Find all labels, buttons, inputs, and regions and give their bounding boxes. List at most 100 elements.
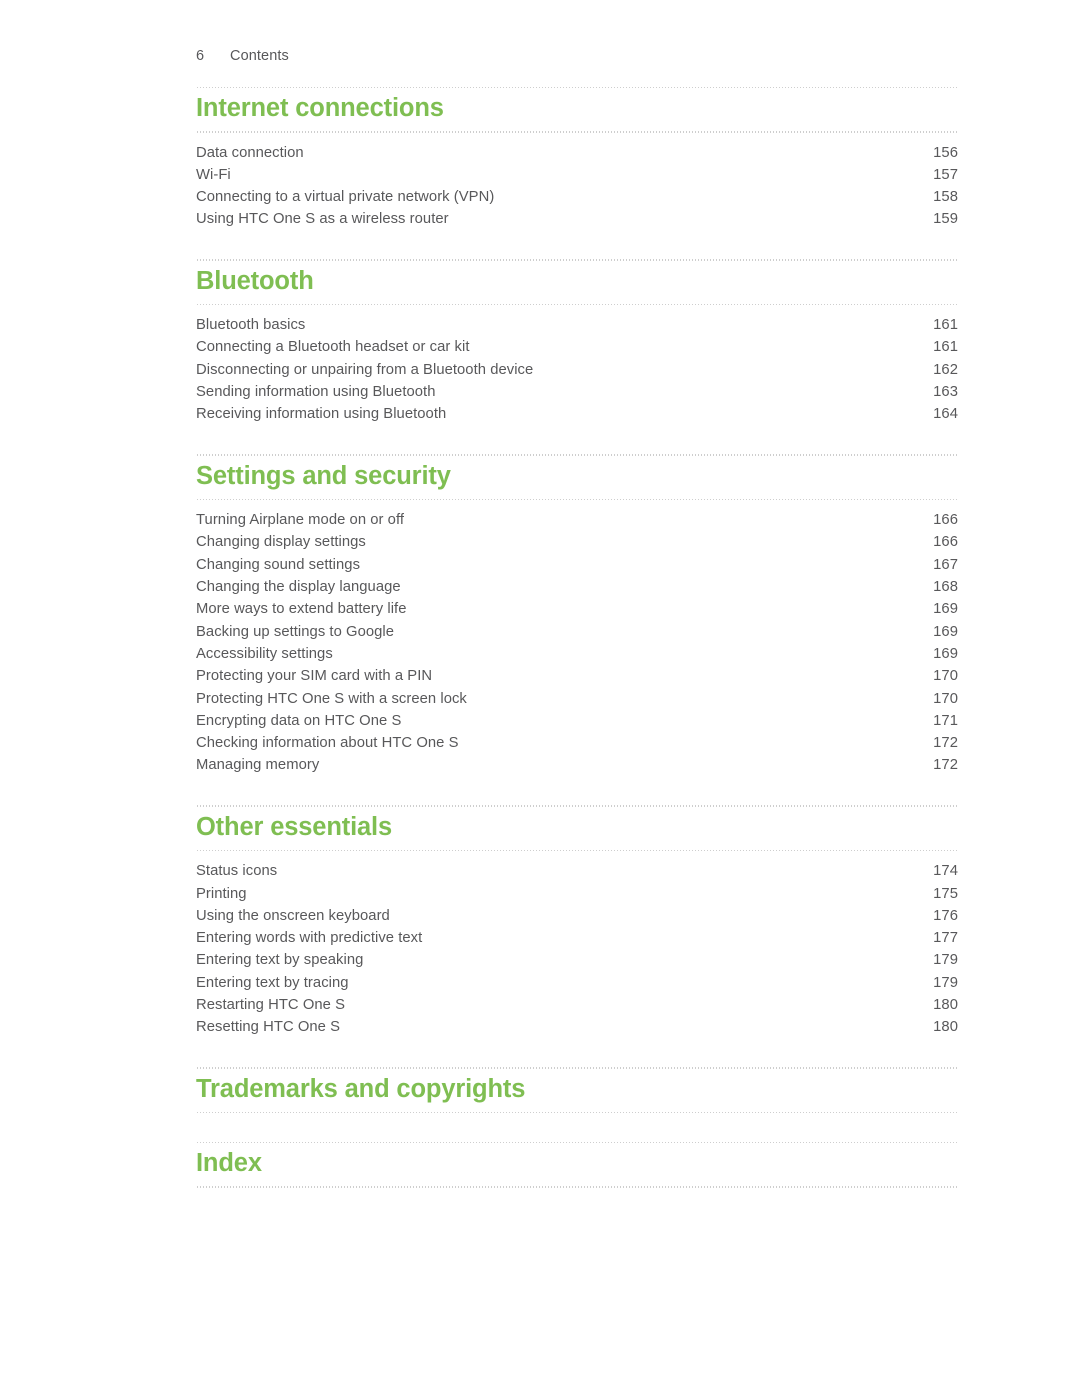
section-heading[interactable]: Settings and security <box>196 456 958 499</box>
toc-entry-page-number: 164 <box>933 406 958 423</box>
toc-entry-page-number: 176 <box>933 907 958 924</box>
toc-entry-page-number: 166 <box>933 512 958 529</box>
section-heading[interactable]: Index <box>196 1143 958 1186</box>
toc-entry-page-number: 180 <box>933 997 958 1014</box>
section-rule-top <box>196 804 958 807</box>
toc-entry-title: Managing memory <box>196 757 320 774</box>
toc-entry[interactable]: Status icons 174 <box>196 860 958 882</box>
toc-entry-page-number: 172 <box>933 735 958 752</box>
toc-entry-title: Protecting your SIM card with a PIN <box>196 668 433 685</box>
toc-entry-page-number: 177 <box>933 930 958 947</box>
toc-entry[interactable]: Printing 175 <box>196 883 958 905</box>
toc-entry[interactable]: Sending information using Bluetooth 163 <box>196 381 958 403</box>
toc-entry-list: Status icons 174 Printing 175 Using the onsc… <box>196 851 958 1038</box>
section-rule-top <box>196 1141 958 1144</box>
toc-entry[interactable]: Receiving information using Bluetooth 164 <box>196 403 958 425</box>
toc-entry[interactable]: Turning Airplane mode on or off 166 <box>196 509 958 531</box>
toc-entry[interactable]: Connecting to a virtual private network … <box>196 186 958 208</box>
toc-entry[interactable]: Data connection 156 <box>196 142 958 164</box>
section-rule-top <box>196 1066 958 1069</box>
toc-entry[interactable]: Checking information about HTC One S 172 <box>196 732 958 754</box>
toc-entry-page-number: 157 <box>933 166 958 183</box>
toc-entry-title: Wi-Fi <box>196 166 231 183</box>
toc-entry[interactable]: Changing the display language 168 <box>196 576 958 598</box>
toc-entry-title: Entering words with predictive text <box>196 930 423 947</box>
toc-entry[interactable]: Entering text by speaking 179 <box>196 949 958 971</box>
section-heading[interactable]: Internet connections <box>196 88 958 131</box>
section-heading[interactable]: Bluetooth <box>196 261 958 304</box>
section-rule-bottom <box>196 130 958 133</box>
toc-entry[interactable]: Connecting a Bluetooth headset or car ki… <box>196 336 958 358</box>
toc-entry-title: Accessibility settings <box>196 645 333 662</box>
toc-entry-page-number: 166 <box>933 534 958 551</box>
toc-entry[interactable]: Disconnecting or unpairing from a Blueto… <box>196 359 958 381</box>
toc-entry[interactable]: Wi-Fi 157 <box>196 164 958 186</box>
header-chapter-label: Contents <box>230 48 289 64</box>
toc-entry[interactable]: Protecting your SIM card with a PIN 170 <box>196 665 958 687</box>
toc-entry-title: Changing sound settings <box>196 556 361 573</box>
toc-section: Settings and security Turning Airplane mo… <box>196 453 958 777</box>
toc-entry-page-number: 161 <box>933 317 958 334</box>
toc-entry[interactable]: Resetting HTC One S 180 <box>196 1016 958 1038</box>
toc-entry-title: Receiving information using Bluetooth <box>196 406 447 423</box>
toc-entry-title: Using HTC One S as a wireless router <box>196 211 449 228</box>
toc-entry-title: Backing up settings to Google <box>196 623 395 640</box>
toc-entry-title: Entering text by speaking <box>196 952 364 969</box>
toc-entry-list: Data connection 156 Wi-Fi 157 Connecting to … <box>196 133 958 231</box>
section-heading[interactable]: Trademarks and copyrights <box>196 1069 958 1112</box>
toc-section: Index <box>196 1141 958 1188</box>
section-heading[interactable]: Other essentials <box>196 807 958 850</box>
section-rule-top <box>196 86 958 88</box>
toc-entry-title: Connecting to a virtual private network … <box>196 189 495 206</box>
toc-entry-title: More ways to extend battery life <box>196 601 407 618</box>
section-rule-bottom <box>196 849 958 852</box>
toc-entry-title: Changing display settings <box>196 534 366 551</box>
toc-entry[interactable]: Backing up settings to Google 169 <box>196 621 958 643</box>
toc-entry-page-number: 175 <box>933 885 958 902</box>
toc-entry-page-number: 179 <box>933 974 958 991</box>
table-of-contents: Internet connections Data connection 156 Wi… <box>196 86 958 1188</box>
toc-entry-page-number: 180 <box>933 1019 958 1036</box>
toc-entry[interactable]: Entering text by tracing 179 <box>196 972 958 994</box>
toc-entry[interactable]: Protecting HTC One S with a screen lock 1… <box>196 688 958 710</box>
toc-entry-page-number: 169 <box>933 645 958 662</box>
toc-entry[interactable]: Using HTC One S as a wireless router 159 <box>196 208 958 230</box>
toc-entry-title: Resetting HTC One S <box>196 1019 341 1036</box>
toc-entry[interactable]: Using the onscreen keyboard 176 <box>196 905 958 927</box>
toc-entry[interactable]: More ways to extend battery life 169 <box>196 598 958 620</box>
toc-entry-title: Changing the display language <box>196 579 401 596</box>
toc-entry-page-number: 171 <box>933 712 958 729</box>
toc-entry-title: Turning Airplane mode on or off <box>196 512 405 529</box>
toc-entry-page-number: 158 <box>933 189 958 206</box>
toc-entry-page-number: 172 <box>933 757 958 774</box>
toc-entry-list: Bluetooth basics 161 Connecting a Bluetoot… <box>196 305 958 425</box>
toc-entry[interactable]: Accessibility settings 169 <box>196 643 958 665</box>
section-rule-bottom <box>196 303 958 306</box>
toc-entry[interactable]: Changing sound settings 167 <box>196 554 958 576</box>
toc-entry-list: Turning Airplane mode on or off 166 Changi… <box>196 500 958 777</box>
running-header: 6 Contents <box>196 48 289 64</box>
toc-entry[interactable]: Encrypting data on HTC One S 171 <box>196 710 958 732</box>
toc-entry-title: Encrypting data on HTC One S <box>196 712 402 729</box>
toc-entry-page-number: 169 <box>933 623 958 640</box>
toc-section: Other essentials Status icons 174 Printing 1… <box>196 804 958 1039</box>
toc-entry-page-number: 169 <box>933 601 958 618</box>
toc-section: Internet connections Data connection 156 Wi… <box>196 86 958 231</box>
section-rule-bottom <box>196 1111 958 1114</box>
toc-entry-page-number: 167 <box>933 556 958 573</box>
toc-entry-page-number: 162 <box>933 361 958 378</box>
toc-entry[interactable]: Restarting HTC One S 180 <box>196 994 958 1016</box>
section-rule-bottom <box>196 1185 958 1188</box>
toc-entry[interactable]: Entering words with predictive text 177 <box>196 927 958 949</box>
toc-entry-title: Restarting HTC One S <box>196 997 346 1014</box>
toc-entry[interactable]: Changing display settings 166 <box>196 531 958 553</box>
toc-entry[interactable]: Bluetooth basics 161 <box>196 314 958 336</box>
toc-entry-page-number: 170 <box>933 668 958 685</box>
toc-entry-title: Entering text by tracing <box>196 974 349 991</box>
document-page: 6 Contents Internet connections Data conn… <box>0 0 1080 1397</box>
section-rule-bottom <box>196 498 958 501</box>
toc-entry-page-number: 163 <box>933 384 958 401</box>
toc-entry[interactable]: Managing memory 172 <box>196 754 958 776</box>
toc-entry-title: Protecting HTC One S with a screen lock <box>196 690 467 707</box>
toc-entry-page-number: 168 <box>933 579 958 596</box>
